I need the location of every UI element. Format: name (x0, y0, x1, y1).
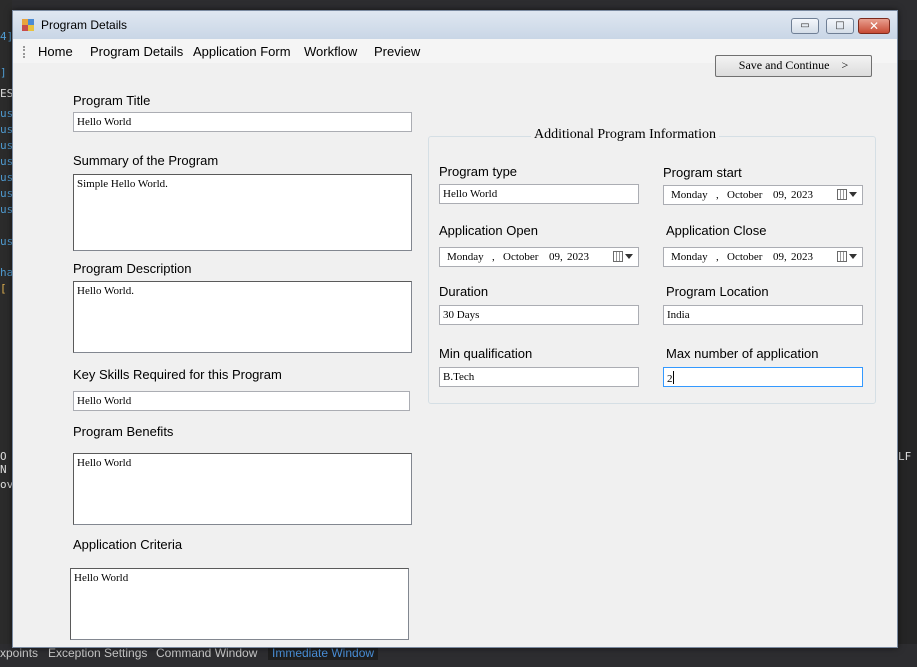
duration-label: Duration (439, 284, 489, 299)
year: 2023 (791, 189, 813, 201)
close-button[interactable]: ✕ (858, 18, 890, 34)
save-button-label: Save and Continue (738, 58, 830, 72)
menu-item-program-details[interactable]: Program Details (90, 44, 183, 59)
ide-tab-immediate-window[interactable]: Immediate Window (268, 646, 379, 660)
summary-textarea[interactable]: Simple Hello World. (73, 174, 412, 251)
program-start-datepicker[interactable]: Monday , October 09, 2023 (663, 185, 863, 205)
application-open-label: Application Open (439, 223, 539, 238)
program-location-input[interactable]: India (663, 305, 863, 325)
criteria-textarea[interactable]: Hello World (70, 568, 409, 640)
program-title-label: Program Title (73, 93, 151, 108)
close-icon: ✕ (868, 19, 880, 33)
dropdown-arrow-icon[interactable] (849, 254, 857, 259)
program-start-label: Program start (663, 165, 742, 180)
day: 09, (549, 251, 563, 263)
key-skills-label: Key Skills Required for this Program (73, 367, 282, 382)
calendar-icon (837, 189, 847, 200)
ide-code-token: ] (0, 66, 7, 79)
calendar-icon (837, 251, 847, 262)
ide-code-token: [ (0, 282, 7, 295)
minimize-button[interactable]: ▭ (791, 18, 819, 34)
application-close-datepicker[interactable]: Monday , October 09, 2023 (663, 247, 863, 267)
program-title-input[interactable]: Hello World (73, 112, 412, 132)
dropdown-arrow-icon[interactable] (849, 192, 857, 197)
weekday: Monday (671, 189, 708, 201)
application-close-label: Application Close (666, 223, 767, 238)
weekday: Monday (447, 251, 484, 263)
date-separator: , (716, 189, 719, 201)
month: October (503, 251, 539, 263)
calendar-icon (613, 251, 623, 262)
dropdown-arrow-icon[interactable] (625, 254, 633, 259)
save-and-continue-button[interactable]: Save and Continue > (715, 55, 872, 77)
max-applications-input[interactable]: 2 (663, 367, 863, 387)
window-title: Program Details (41, 18, 128, 32)
maximize-button[interactable]: □ (826, 18, 854, 34)
text-caret (672, 371, 674, 384)
minimize-icon: ▭ (800, 20, 810, 31)
menu-item-application-form[interactable]: Application Form (193, 44, 291, 59)
menu-grip-icon (23, 46, 28, 58)
additional-info-title: Additional Program Information (531, 127, 719, 143)
program-details-window: Program Details ▭ □ ✕ Home Program Detai… (12, 10, 898, 648)
title-bar[interactable]: Program Details ▭ □ ✕ (13, 11, 897, 39)
date-separator: , (716, 251, 719, 263)
min-qualification-label: Min qualification (439, 346, 533, 361)
key-skills-input[interactable]: Hello World (73, 391, 410, 411)
menu-item-home[interactable]: Home (38, 44, 73, 59)
ide-tab-breakpoints[interactable]: xpoints (0, 646, 38, 660)
description-textarea[interactable]: Hello World. (73, 281, 412, 353)
summary-label: Summary of the Program (73, 153, 219, 168)
ide-right-panel: LF (896, 60, 917, 660)
day: 09, (773, 251, 787, 263)
max-applications-label: Max number of application (666, 346, 819, 361)
duration-input[interactable]: 30 Days (439, 305, 639, 325)
date-separator: , (492, 251, 495, 263)
day: 09, (773, 189, 787, 201)
benefits-label: Program Benefits (73, 424, 174, 439)
month: October (727, 189, 763, 201)
ide-line-ending: LF (898, 450, 912, 463)
year: 2023 (567, 251, 589, 263)
weekday: Monday (671, 251, 708, 263)
month: October (727, 251, 763, 263)
arrow-right-icon: > (841, 58, 849, 72)
criteria-label: Application Criteria (73, 537, 183, 552)
min-qualification-input[interactable]: B.Tech (439, 367, 639, 387)
menu-item-workflow[interactable]: Workflow (304, 44, 357, 59)
application-open-datepicker[interactable]: Monday , October 09, 2023 (439, 247, 639, 267)
maximize-icon: □ (835, 20, 845, 31)
program-location-label: Program Location (666, 284, 769, 299)
description-label: Program Description (73, 261, 192, 276)
menu-item-preview[interactable]: Preview (374, 44, 420, 59)
year: 2023 (791, 251, 813, 263)
app-icon (22, 19, 34, 31)
program-type-input[interactable]: Hello World (439, 184, 639, 204)
program-type-label: Program type (439, 164, 518, 179)
ide-tab-command-window[interactable]: Command Window (156, 646, 257, 660)
ide-code-editor-edge: 4] ] ES us us us us us us us us ha [ O N… (0, 0, 13, 667)
benefits-textarea[interactable]: Hello World (73, 453, 412, 525)
ide-tab-exception-settings[interactable]: Exception Settings (48, 646, 147, 660)
ide-code-token: O N (0, 450, 7, 476)
